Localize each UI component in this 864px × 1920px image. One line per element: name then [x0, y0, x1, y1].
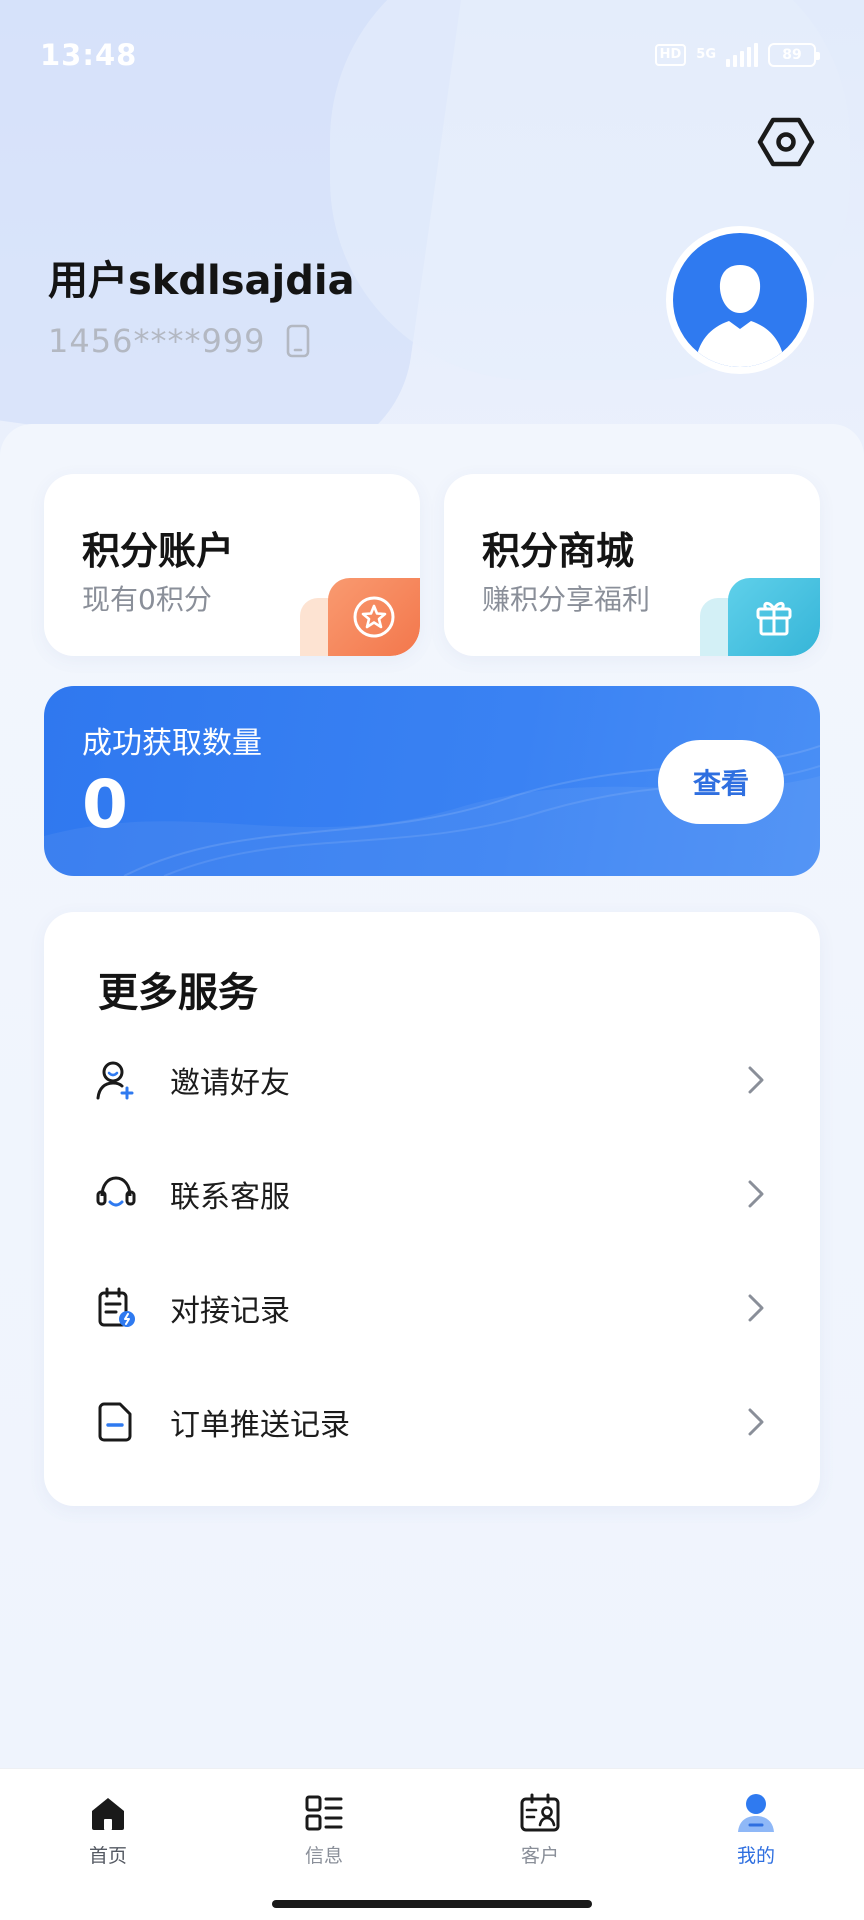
points-mall-badge — [728, 578, 820, 656]
points-mall-subtitle: 赚积分享福利 — [482, 583, 651, 616]
points-mall-card[interactable]: 积分商城 赚积分享福利 — [444, 474, 820, 656]
invite-friend-icon — [94, 1058, 138, 1102]
chevron-right-icon — [744, 1176, 768, 1212]
service-item-docking-record[interactable]: 对接记录 — [44, 1258, 820, 1358]
service-label: 订单推送记录 — [170, 1408, 350, 1443]
settings-hex-icon — [757, 117, 815, 167]
chevron-right-icon — [744, 1290, 768, 1326]
customer-card-icon — [518, 1791, 562, 1835]
info-grid-icon — [302, 1791, 346, 1835]
tab-info[interactable]: 信息 — [216, 1769, 432, 1886]
settings-button[interactable] — [752, 110, 820, 174]
tab-label: 首页 — [88, 1845, 127, 1867]
tab-mine[interactable]: 我的 — [648, 1769, 864, 1886]
service-item-contact-service[interactable]: 联系客服 — [44, 1144, 820, 1244]
order-push-record-icon — [94, 1400, 138, 1444]
service-label: 邀请好友 — [170, 1066, 290, 1101]
phone-number: 1456****999 — [48, 322, 266, 360]
service-item-order-push-record[interactable]: 订单推送记录 — [44, 1372, 820, 1472]
docking-record-icon — [94, 1286, 138, 1330]
points-account-subtitle: 现有0积分 — [82, 583, 212, 616]
points-mall-title: 积分商城 — [482, 529, 635, 573]
more-services-title: 更多服务 — [98, 970, 258, 1016]
signal-icon — [726, 43, 758, 67]
tab-customer[interactable]: 客户 — [432, 1769, 648, 1886]
success-count-value: 0 — [82, 766, 128, 843]
service-label: 联系客服 — [170, 1180, 290, 1215]
phone-row: 1456****999 — [48, 322, 310, 360]
home-icon — [86, 1791, 130, 1835]
star-coin-icon — [353, 596, 395, 638]
profile-icon — [734, 1791, 778, 1835]
chevron-right-icon — [744, 1404, 768, 1440]
tab-home[interactable]: 首页 — [0, 1769, 216, 1886]
home-indicator-area — [0, 1886, 864, 1920]
points-account-badge — [328, 578, 420, 656]
chevron-right-icon — [744, 1062, 768, 1098]
success-count-label: 成功获取数量 — [82, 726, 262, 761]
service-item-invite-friend[interactable]: 邀请好友 — [44, 1030, 820, 1130]
tab-label: 我的 — [736, 1845, 775, 1867]
phone-icon — [286, 324, 309, 358]
user-avatar-icon — [695, 265, 785, 367]
status-indicators: HD 5G 89 — [654, 43, 820, 67]
points-account-title: 积分账户 — [82, 529, 235, 573]
customer-service-headset-icon — [94, 1172, 138, 1216]
status-bar: 13:48 HD 5G 89 — [0, 0, 864, 110]
tab-label: 信息 — [304, 1845, 343, 1867]
success-count-card: 成功获取数量 0 查看 — [44, 686, 820, 876]
home-indicator[interactable] — [272, 1900, 592, 1908]
avatar[interactable] — [666, 226, 814, 374]
battery-level: 89 — [782, 47, 802, 63]
status-time: 13:48 — [40, 38, 138, 72]
service-label: 对接记录 — [170, 1294, 290, 1329]
gift-icon — [756, 601, 792, 636]
bottom-tab-bar: 首页 信息 客户 我的 — [0, 1768, 864, 1886]
network-type: 5G — [696, 47, 716, 62]
more-services-card: 更多服务 邀请好友 联系客服 对接记录 订单推送记录 — [44, 912, 820, 1506]
view-button[interactable]: 查看 — [658, 740, 784, 824]
hd-badge: HD — [654, 44, 687, 66]
points-account-card[interactable]: 积分账户 现有0积分 — [44, 474, 420, 656]
avatar-circle — [673, 233, 807, 367]
battery-icon: 89 — [768, 43, 820, 67]
tab-label: 客户 — [520, 1845, 559, 1867]
username: 用户skdlsajdia — [48, 258, 355, 304]
profile-screen: 13:48 HD 5G 89 用户skdlsajdia 1456****999 — [0, 0, 864, 1920]
